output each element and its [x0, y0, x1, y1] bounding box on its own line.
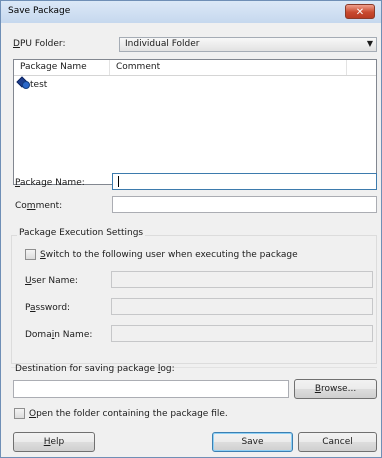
- dialog-body: DPU Folder: Individual Folder ▼ Package …: [1, 23, 381, 457]
- save-button[interactable]: Save: [212, 432, 293, 452]
- switch-user-checkbox[interactable]: [25, 249, 36, 260]
- package-name-input[interactable]: [112, 173, 377, 190]
- execution-settings-title: Package Execution Settings: [17, 228, 146, 238]
- help-button[interactable]: Help: [13, 432, 95, 452]
- close-button[interactable]: ✕: [345, 4, 375, 19]
- list-item[interactable]: test: [16, 76, 48, 91]
- comment-input[interactable]: [112, 196, 377, 213]
- password-input[interactable]: [111, 298, 373, 315]
- destination-input[interactable]: [13, 380, 289, 398]
- close-icon: ✕: [355, 7, 365, 18]
- dpu-folder-label: DPU Folder:: [13, 39, 66, 49]
- package-list[interactable]: Package Name Comment test: [13, 59, 377, 185]
- dpu-folder-combo[interactable]: Individual Folder ▼: [119, 37, 377, 52]
- chevron-down-icon: ▼: [366, 39, 373, 48]
- column-header-spacer: [347, 60, 376, 75]
- domain-name-input[interactable]: [111, 325, 373, 342]
- package-icon: [16, 76, 30, 89]
- title-bar: Save Package ✕: [1, 1, 381, 24]
- destination-label: Destination for saving package log:: [15, 364, 175, 374]
- window-title: Save Package: [8, 6, 71, 16]
- user-name-label: User Name:: [25, 276, 78, 286]
- text-caret: [118, 176, 119, 187]
- user-name-input[interactable]: [111, 271, 373, 288]
- comment-label: Comment:: [15, 201, 63, 211]
- password-label: Password:: [25, 303, 71, 313]
- list-header: Package Name Comment: [14, 60, 376, 76]
- open-folder-checkbox[interactable]: [14, 408, 25, 419]
- domain-name-label: Domain Name:: [25, 330, 93, 340]
- save-package-dialog: Save Package ✕ DPU Folder: Individual Fo…: [0, 0, 382, 458]
- cancel-button[interactable]: Cancel: [298, 432, 377, 452]
- package-name-label: Package Name:: [15, 178, 85, 188]
- list-item-name: test: [30, 80, 48, 90]
- browse-button[interactable]: Browse...: [294, 379, 377, 399]
- column-header-package-name[interactable]: Package Name: [14, 60, 110, 75]
- switch-user-label[interactable]: Switch to the following user when execut…: [40, 250, 298, 260]
- column-header-comment[interactable]: Comment: [110, 60, 347, 75]
- open-folder-label[interactable]: Open the folder containing the package f…: [29, 409, 228, 419]
- dpu-folder-selected: Individual Folder: [125, 39, 200, 49]
